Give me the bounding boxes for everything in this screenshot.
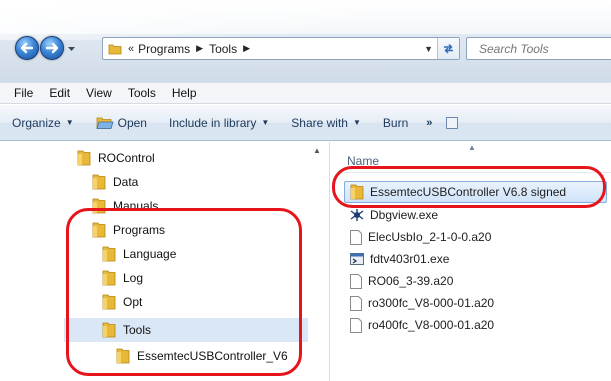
menu-edit[interactable]: Edit xyxy=(43,86,76,100)
forward-arrow-icon xyxy=(45,42,59,54)
tree-item-rocontrol[interactable]: ROControl xyxy=(77,146,155,170)
nav-scrollbar[interactable]: ▲ xyxy=(310,142,324,381)
explorer-window: « Programs ▶ Tools ▶ ▼ File Edit View To… xyxy=(0,0,611,381)
document-icon xyxy=(350,229,362,245)
menu-file[interactable]: File xyxy=(8,86,39,100)
breadcrumb-overflow[interactable]: « xyxy=(128,43,134,55)
search-box[interactable] xyxy=(466,37,611,60)
sort-ascending-icon: ▲ xyxy=(468,143,476,152)
back-button[interactable] xyxy=(15,36,39,60)
recent-pages-dropdown-icon[interactable] xyxy=(67,44,76,53)
refresh-button[interactable] xyxy=(437,38,459,59)
command-bar: Organize ▼ Open Include in library ▼ Sha… xyxy=(0,105,611,141)
open-button[interactable]: Open xyxy=(96,116,147,130)
window-overlap-edge xyxy=(0,0,611,40)
organize-button[interactable]: Organize ▼ xyxy=(12,116,74,130)
file-row-ro06[interactable]: RO06_3-39.a20 xyxy=(350,270,453,292)
menu-view[interactable]: View xyxy=(80,86,118,100)
search-input[interactable] xyxy=(467,38,611,59)
change-view-icon[interactable] xyxy=(446,116,459,129)
burn-label: Burn xyxy=(382,115,409,130)
include-label: Include in library xyxy=(168,115,257,130)
tree-item-data[interactable]: Data xyxy=(92,170,138,194)
more-commands-button[interactable]: » xyxy=(426,117,432,129)
breadcrumb-programs[interactable]: Programs xyxy=(138,42,190,56)
back-arrow-icon xyxy=(20,42,34,54)
include-in-library-button[interactable]: Include in library ▼ xyxy=(169,116,269,130)
file-name: RO06_3-39.a20 xyxy=(368,274,454,288)
menu-help[interactable]: Help xyxy=(166,86,203,100)
file-row-ro400fc[interactable]: ro400fc_V8-000-01.a20 xyxy=(350,314,494,336)
chevron-down-icon: ▼ xyxy=(352,118,361,127)
refresh-icon xyxy=(444,43,453,54)
breadcrumb-separator-icon[interactable]: ▶ xyxy=(196,43,203,54)
tree-item-label: ROControl xyxy=(98,151,155,165)
menu-tools[interactable]: Tools xyxy=(122,86,162,100)
folder-icon xyxy=(108,44,122,54)
folder-icon xyxy=(77,150,91,166)
burn-button[interactable]: Burn xyxy=(383,116,408,130)
forward-button[interactable] xyxy=(40,36,64,60)
dbgview-exe-icon xyxy=(350,209,364,221)
file-name: fdtv403r01.exe xyxy=(370,252,450,266)
document-icon xyxy=(350,295,362,311)
breadcrumb-tools[interactable]: Tools xyxy=(209,42,237,56)
chevron-down-icon: ▼ xyxy=(65,118,74,127)
address-dropdown-icon[interactable]: ▼ xyxy=(424,44,433,54)
scroll-up-icon[interactable]: ▲ xyxy=(313,146,321,155)
document-icon xyxy=(350,273,362,289)
annotation-ring-tree xyxy=(66,208,302,376)
file-row-ro300fc[interactable]: ro300fc_V8-000-01.a20 xyxy=(350,292,494,314)
exe-icon xyxy=(350,253,364,265)
file-row-fdtv403r01[interactable]: fdtv403r01.exe xyxy=(350,248,449,270)
share-label: Share with xyxy=(291,115,348,130)
organize-label: Organize xyxy=(12,115,61,130)
tree-item-label: Data xyxy=(113,175,139,189)
file-name: ElecUsbIo_2-1-0-0.a20 xyxy=(368,230,492,244)
breadcrumb-separator-icon[interactable]: ▶ xyxy=(243,43,250,54)
folder-icon xyxy=(92,174,106,190)
document-icon xyxy=(350,317,362,333)
file-name: ro400fc_V8-000-01.a20 xyxy=(368,318,495,332)
menu-bar: File Edit View Tools Help xyxy=(0,82,611,104)
share-with-button[interactable]: Share with ▼ xyxy=(291,116,361,130)
file-row-elecusbio[interactable]: ElecUsbIo_2-1-0-0.a20 xyxy=(350,226,491,248)
file-name: ro300fc_V8-000-01.a20 xyxy=(368,296,495,310)
open-folder-icon xyxy=(96,117,114,129)
address-bar[interactable]: « Programs ▶ Tools ▶ ▼ xyxy=(102,37,460,60)
annotation-ring-folder xyxy=(332,166,606,208)
file-name: Dbgview.exe xyxy=(370,208,439,222)
open-label: Open xyxy=(117,115,147,130)
chevron-down-icon: ▼ xyxy=(261,118,270,127)
